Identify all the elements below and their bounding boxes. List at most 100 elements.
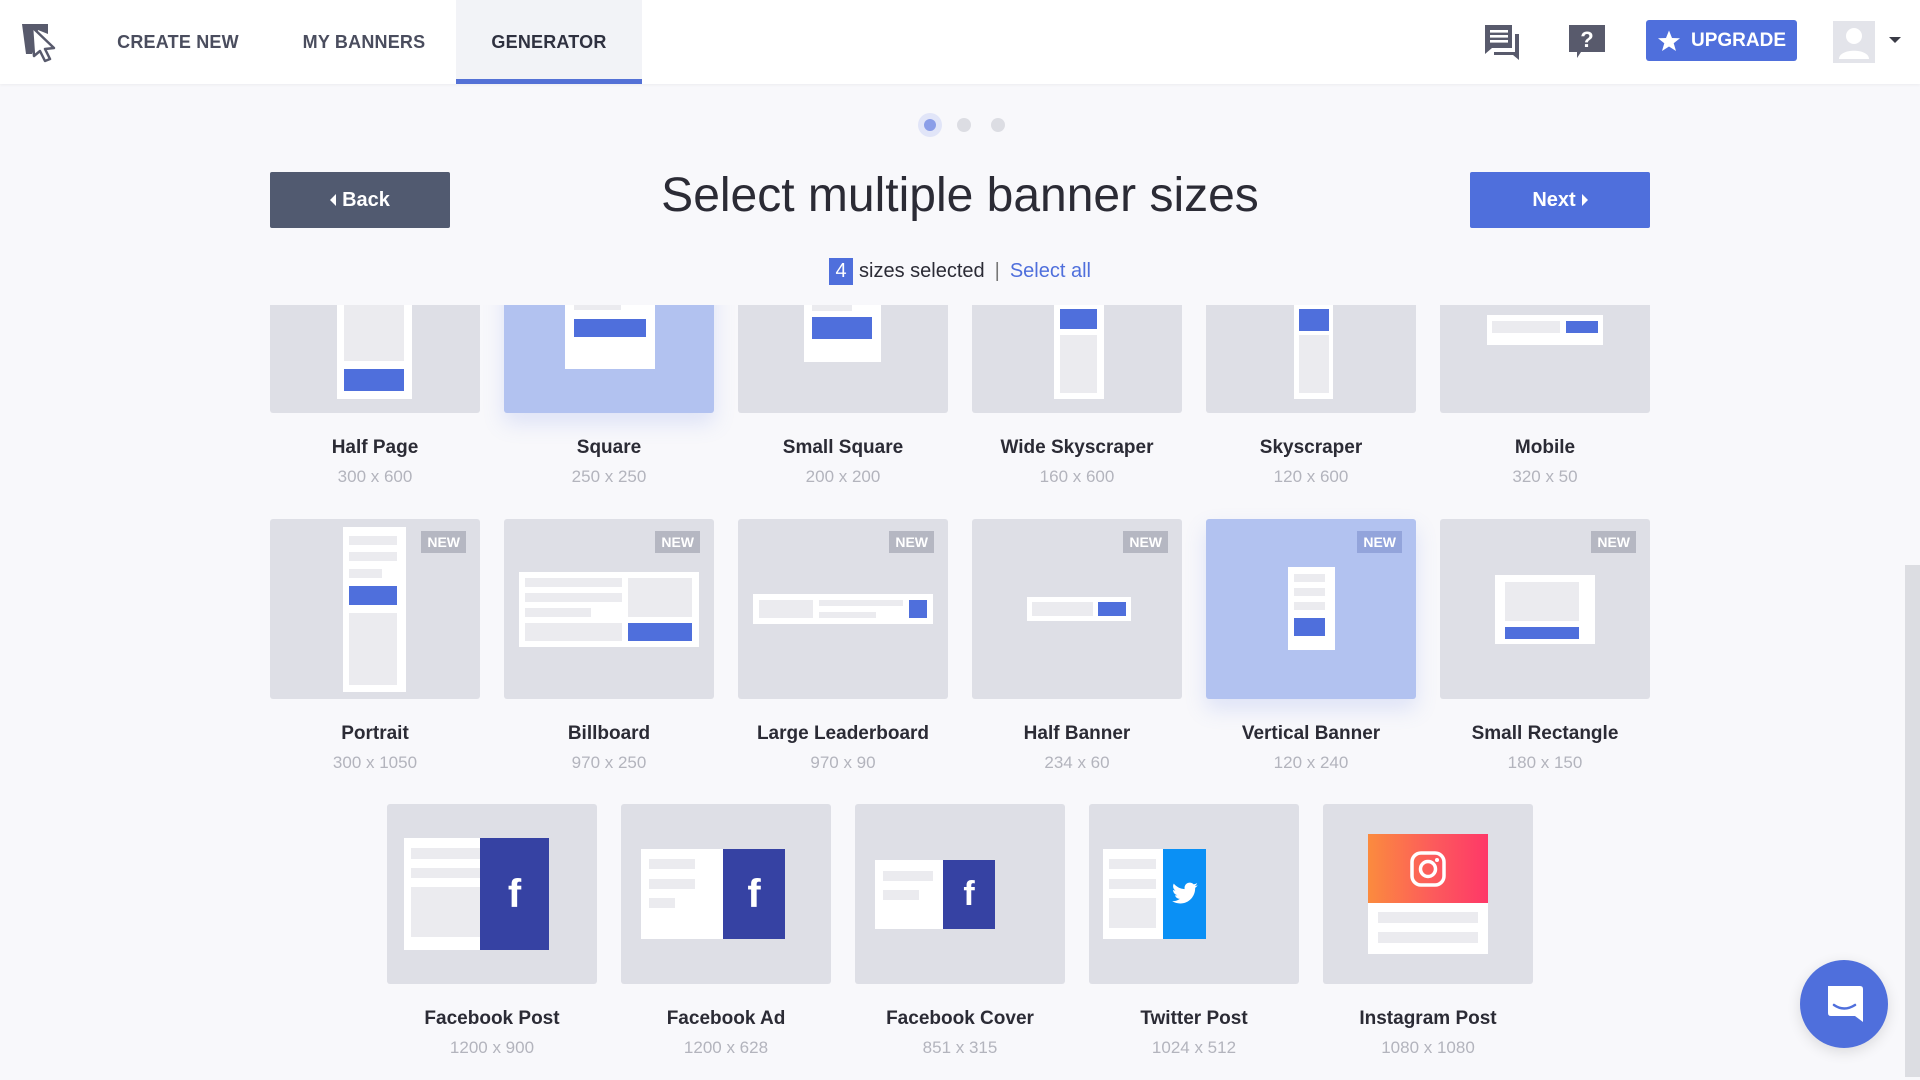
size-card-portrait[interactable]: NEW Portrait 300 x 1050 <box>270 519 480 773</box>
top-navigation-bar: CREATE NEW MY BANNERS GENERATOR ? UPGRAD… <box>0 0 1920 84</box>
size-name: Twitter Post <box>1140 1008 1248 1029</box>
messages-icon[interactable] <box>1482 22 1522 62</box>
size-card-vertical-banner[interactable]: NEW Vertical Banner 120 x 240 <box>1206 519 1416 773</box>
facebook-icon: f <box>480 838 549 950</box>
chat-smile-icon <box>1828 986 1863 1022</box>
vertical-banner-preview: NEW <box>1206 519 1416 699</box>
size-dimensions: 300 x 600 <box>337 467 413 486</box>
size-card-facebook-post[interactable]: f Facebook Post 1200 x 900 <box>387 804 597 1058</box>
banner-size-grid: Half Page 300 x 600 Square 250 x 250 Sma… <box>0 305 1905 1080</box>
size-card-small-square[interactable]: Small Square 200 x 200 <box>738 305 948 487</box>
size-card-half-banner[interactable]: NEW Half Banner 234 x 60 <box>972 519 1182 773</box>
new-badge: NEW <box>1357 531 1402 553</box>
size-name: Mobile <box>1514 437 1576 458</box>
size-dimensions: 1080 x 1080 <box>1381 1038 1475 1057</box>
facebook-cover-preview: f <box>855 804 1065 984</box>
account-dropdown-caret-icon[interactable] <box>1889 37 1901 43</box>
size-dimensions: 1200 x 628 <box>683 1038 769 1057</box>
twitter-post-preview <box>1089 804 1299 984</box>
size-dimensions: 970 x 250 <box>571 753 647 772</box>
help-icon[interactable]: ? <box>1567 22 1607 62</box>
size-name: Instagram Post <box>1359 1008 1497 1029</box>
size-name: Half Banner <box>1023 723 1131 744</box>
new-badge: NEW <box>1591 531 1636 553</box>
size-name: Billboard <box>567 723 651 744</box>
size-dimensions: 120 x 240 <box>1273 753 1349 772</box>
size-dimensions: 250 x 250 <box>571 467 647 486</box>
size-dimensions: 1200 x 900 <box>449 1038 535 1057</box>
size-name: Half Page <box>331 437 419 458</box>
next-button[interactable]: Next <box>1470 172 1650 228</box>
facebook-post-preview: f <box>387 804 597 984</box>
caret-right-icon <box>1581 194 1588 206</box>
back-label: Back <box>342 188 390 211</box>
size-name: Facebook Post <box>424 1008 560 1029</box>
size-dimensions: 120 x 600 <box>1273 467 1349 486</box>
size-card-half-page[interactable]: Half Page 300 x 600 <box>270 305 480 487</box>
star-icon <box>1657 30 1680 51</box>
back-button[interactable]: Back <box>270 172 450 228</box>
new-badge: NEW <box>889 531 934 553</box>
upgrade-label: UPGRADE <box>1690 29 1786 51</box>
new-badge: NEW <box>655 531 700 553</box>
facebook-icon: f <box>943 860 995 929</box>
size-name: Square <box>576 437 642 458</box>
size-name: Small Rectangle <box>1471 723 1619 744</box>
tab-my-banners[interactable]: MY BANNERS <box>285 0 443 84</box>
step-dot-3 <box>991 118 1005 132</box>
size-name: Vertical Banner <box>1241 723 1381 744</box>
size-dimensions: 234 x 60 <box>1044 753 1110 772</box>
facebook-ad-preview: f <box>621 804 831 984</box>
cursor-logo-icon[interactable] <box>18 18 62 64</box>
page-title: Select multiple banner sizes <box>661 169 1259 222</box>
upgrade-button[interactable]: UPGRADE <box>1646 20 1797 61</box>
wide-skyscraper-preview <box>972 305 1182 413</box>
avatar[interactable] <box>1833 21 1875 63</box>
size-dimensions: 1024 x 512 <box>1151 1038 1237 1057</box>
size-card-twitter-post[interactable]: Twitter Post 1024 x 512 <box>1089 804 1299 1058</box>
size-card-mobile[interactable]: Mobile 320 x 50 <box>1440 305 1650 487</box>
instagram-icon <box>1368 834 1488 903</box>
facebook-icon: f <box>723 849 785 939</box>
size-card-square[interactable]: Square 250 x 250 <box>504 305 714 487</box>
size-name: Wide Skyscraper <box>1000 437 1154 458</box>
instagram-post-preview <box>1323 804 1533 984</box>
size-dimensions: 970 x 90 <box>810 753 876 772</box>
billboard-preview: NEW <box>504 519 714 699</box>
tab-generator[interactable]: GENERATOR <box>456 0 642 84</box>
size-card-skyscraper[interactable]: Skyscraper 120 x 600 <box>1206 305 1416 487</box>
size-card-facebook-cover[interactable]: f Facebook Cover 851 x 315 <box>855 804 1065 1058</box>
twitter-icon <box>1163 849 1206 939</box>
small-rectangle-preview: NEW <box>1440 519 1650 699</box>
selected-text: sizes selected <box>859 260 985 282</box>
scrollbar-thumb[interactable] <box>1905 565 1920 1077</box>
large-leaderboard-preview: NEW <box>738 519 948 699</box>
small-square-preview <box>738 305 948 413</box>
new-badge: NEW <box>1123 531 1168 553</box>
caret-left-icon <box>330 194 337 206</box>
step-dot-2 <box>957 118 971 132</box>
user-icon <box>1839 28 1869 59</box>
size-card-instagram-post[interactable]: Instagram Post 1080 x 1080 <box>1323 804 1533 1058</box>
size-card-facebook-ad[interactable]: f Facebook Ad 1200 x 628 <box>621 804 831 1058</box>
size-dimensions: 200 x 200 <box>805 467 881 486</box>
size-card-billboard[interactable]: NEW Billboard 970 x 250 <box>504 519 714 773</box>
size-card-large-leaderboard[interactable]: NEW Large Leaderboard 970 x 90 <box>738 519 948 773</box>
half-banner-preview: NEW <box>972 519 1182 699</box>
svg-text:?: ? <box>1580 27 1593 52</box>
tab-create-new[interactable]: CREATE NEW <box>100 0 256 84</box>
chat-widget-button[interactable] <box>1800 960 1888 1048</box>
size-dimensions: 160 x 600 <box>1039 467 1115 486</box>
size-name: Large Leaderboard <box>756 723 930 744</box>
size-card-small-rectangle[interactable]: NEW Small Rectangle 180 x 150 <box>1440 519 1650 773</box>
size-card-wide-skyscraper[interactable]: Wide Skyscraper 160 x 600 <box>972 305 1182 487</box>
step-dot-1 <box>918 113 942 137</box>
size-dimensions: 851 x 315 <box>922 1038 998 1057</box>
select-all-link[interactable]: Select all <box>1010 260 1091 283</box>
separator: | <box>994 260 1000 282</box>
size-name: Skyscraper <box>1259 437 1363 458</box>
mobile-preview <box>1440 305 1650 413</box>
skyscraper-preview <box>1206 305 1416 413</box>
half-page-preview <box>270 305 480 413</box>
size-name: Portrait <box>341 723 409 744</box>
